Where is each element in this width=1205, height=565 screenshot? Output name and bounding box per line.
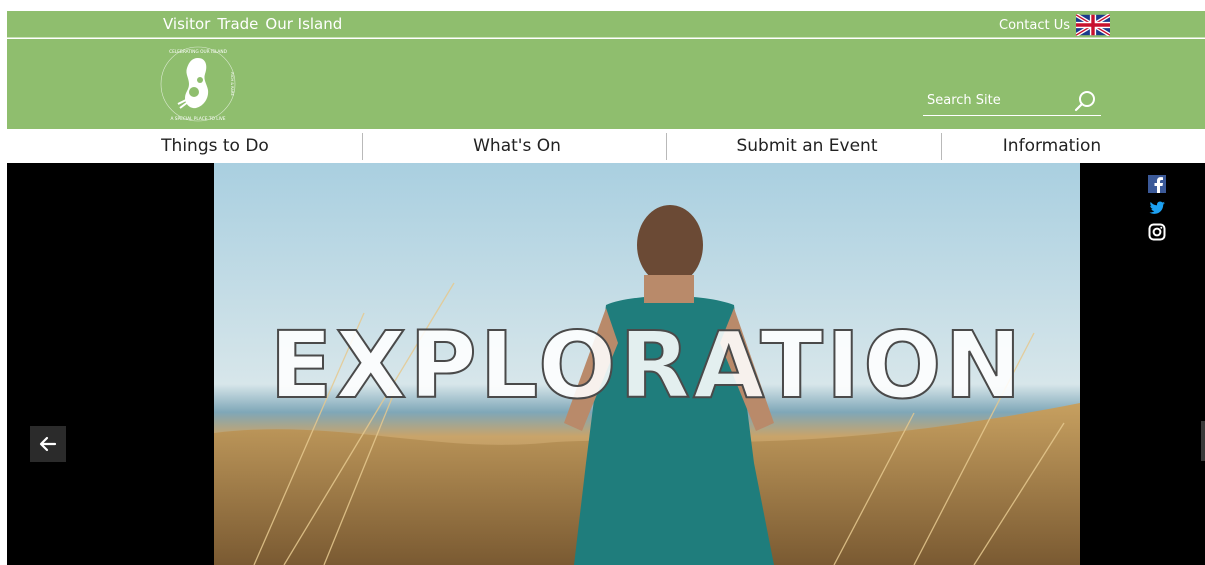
our-island-link[interactable]: Our Island <box>265 15 342 33</box>
site-search <box>923 86 1101 116</box>
topbar-right: Contact Us <box>999 14 1110 36</box>
search-input[interactable] <box>923 93 1063 108</box>
arrow-left-icon <box>39 436 57 452</box>
trade-link[interactable]: Trade <box>217 15 258 33</box>
top-utility-bar: Visitor Trade Our Island Contact Us <box>7 11 1205 38</box>
nav-whats-on[interactable]: What's On <box>427 129 607 163</box>
hero-title: EXPLORATION <box>269 312 1025 419</box>
nav-submit-an-event[interactable]: Submit an Event <box>707 129 907 163</box>
visitor-link[interactable]: Visitor <box>163 15 210 33</box>
contact-us-link[interactable]: Contact Us <box>999 18 1070 33</box>
logo-ring-right-text: RICH & RARE <box>230 72 234 96</box>
twitter-icon[interactable] <box>1148 199 1166 217</box>
nav-divider <box>941 133 942 160</box>
search-icon[interactable] <box>1073 89 1097 113</box>
audience-links: Visitor Trade Our Island <box>163 15 342 33</box>
hero-carousel: EXPLORATION <box>7 163 1205 565</box>
instagram-icon[interactable] <box>1148 223 1166 241</box>
logo-ring-bottom-text: A SPECIAL PLACE TO LIVE <box>170 116 225 122</box>
social-links <box>1148 175 1166 241</box>
isle-of-man-logo-icon[interactable]: CELEBRATING OUR ISLAND RICH & RARE A SPE… <box>158 44 238 124</box>
carousel-prev-button[interactable] <box>30 426 66 462</box>
facebook-icon[interactable] <box>1148 175 1166 193</box>
uk-flag-icon[interactable] <box>1076 14 1110 36</box>
nav-divider <box>666 133 667 160</box>
nav-things-to-do[interactable]: Things to Do <box>125 129 305 163</box>
nav-divider <box>362 133 363 160</box>
header-band: CELEBRATING OUR ISLAND RICH & RARE A SPE… <box>7 39 1205 129</box>
main-nav: Things to Do What's On Submit an Event I… <box>7 129 1205 163</box>
nav-information[interactable]: Information <box>992 129 1112 163</box>
logo-ring-top-text: CELEBRATING OUR ISLAND <box>169 49 228 55</box>
carousel-next-edge[interactable] <box>1201 421 1205 461</box>
